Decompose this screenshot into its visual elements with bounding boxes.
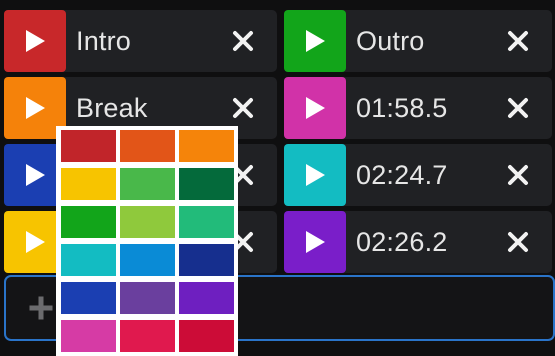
color-swatch[interactable] <box>179 130 234 162</box>
delete-cue-button[interactable] <box>498 222 538 262</box>
cue-label[interactable]: Break <box>76 93 223 124</box>
play-icon <box>26 231 45 253</box>
close-icon <box>508 165 528 185</box>
cue-row-outro: Outro <box>284 10 552 72</box>
color-swatch[interactable] <box>120 320 175 352</box>
play-icon <box>306 164 325 186</box>
cue-color-palette <box>56 126 238 356</box>
cue-play-button[interactable] <box>4 10 66 72</box>
play-icon <box>26 30 45 52</box>
play-icon <box>306 97 325 119</box>
color-swatch[interactable] <box>179 320 234 352</box>
close-icon <box>508 232 528 252</box>
cue-play-button[interactable] <box>284 144 346 206</box>
cue-label[interactable]: 01:58.5 <box>356 93 498 124</box>
play-icon <box>26 97 45 119</box>
color-swatch[interactable] <box>61 130 116 162</box>
cue-label[interactable]: 02:24.7 <box>356 160 498 191</box>
cue-row-0226: 02:26.2 <box>284 211 552 273</box>
color-swatch[interactable] <box>120 130 175 162</box>
play-icon <box>306 30 325 52</box>
plus-icon[interactable] <box>28 295 54 321</box>
color-swatch[interactable] <box>179 206 234 238</box>
play-icon <box>306 231 325 253</box>
close-icon <box>508 98 528 118</box>
color-swatch[interactable] <box>120 206 175 238</box>
color-swatch[interactable] <box>120 168 175 200</box>
delete-cue-button[interactable] <box>498 21 538 61</box>
color-swatch[interactable] <box>120 244 175 276</box>
delete-cue-button[interactable] <box>223 21 263 61</box>
cue-label[interactable]: 02:26.2 <box>356 227 498 258</box>
hot-cue-panel: Intro Outro Break 01:58.5 02:24.7 02:26.… <box>0 0 555 356</box>
color-swatch[interactable] <box>179 168 234 200</box>
cue-row-intro: Intro <box>4 10 277 72</box>
color-swatch[interactable] <box>61 282 116 314</box>
delete-cue-button[interactable] <box>498 88 538 128</box>
cue-play-button[interactable] <box>284 211 346 273</box>
close-icon <box>233 98 253 118</box>
play-icon <box>26 164 45 186</box>
color-swatch[interactable] <box>61 168 116 200</box>
color-swatch[interactable] <box>61 320 116 352</box>
cue-play-button[interactable] <box>284 10 346 72</box>
close-icon <box>508 31 528 51</box>
cue-row-0224: 02:24.7 <box>284 144 552 206</box>
color-swatch[interactable] <box>179 244 234 276</box>
cue-row-0158: 01:58.5 <box>284 77 552 139</box>
delete-cue-button[interactable] <box>498 155 538 195</box>
color-swatch[interactable] <box>61 206 116 238</box>
cue-label[interactable]: Intro <box>76 26 223 57</box>
cue-play-button[interactable] <box>284 77 346 139</box>
color-swatch[interactable] <box>61 244 116 276</box>
delete-cue-button[interactable] <box>223 88 263 128</box>
cue-label[interactable]: Outro <box>356 26 498 57</box>
close-icon <box>233 31 253 51</box>
color-swatch[interactable] <box>120 282 175 314</box>
color-swatch[interactable] <box>179 282 234 314</box>
